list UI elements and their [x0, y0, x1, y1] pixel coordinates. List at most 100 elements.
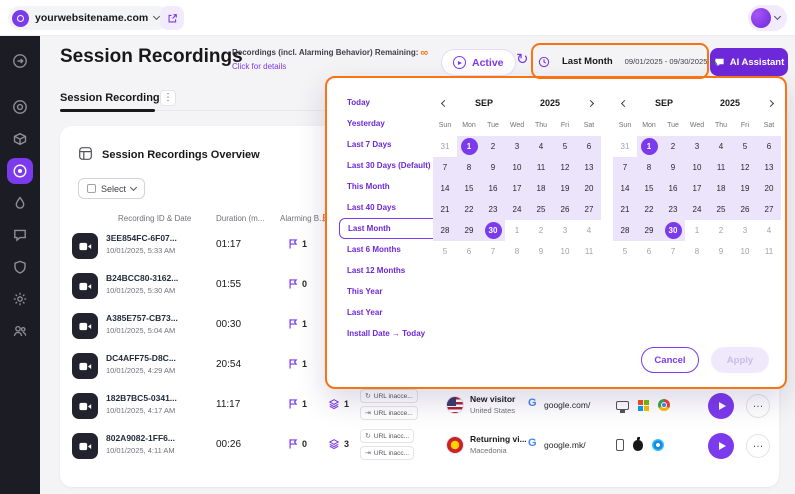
- day-cell[interactable]: 4: [577, 220, 601, 241]
- cancel-button[interactable]: Cancel: [641, 347, 699, 373]
- day-cell[interactable]: 6: [637, 241, 661, 262]
- day-cell[interactable]: 20: [757, 178, 781, 199]
- day-cell-selected[interactable]: 30: [661, 220, 685, 241]
- day-cell[interactable]: 9: [529, 241, 553, 262]
- day-cell[interactable]: 8: [505, 241, 529, 262]
- day-cell[interactable]: 9: [709, 241, 733, 262]
- day-cell[interactable]: 18: [709, 178, 733, 199]
- day-cell[interactable]: 14: [433, 178, 457, 199]
- recording-id[interactable]: DC4AFF75-D8C...: [106, 353, 176, 363]
- date-preset-item[interactable]: Last 7 Days: [339, 134, 439, 155]
- date-preset-item[interactable]: Last 30 Days (Default): [339, 155, 439, 176]
- user-menu[interactable]: [748, 5, 787, 31]
- day-cell[interactable]: 28: [433, 220, 457, 241]
- day-cell[interactable]: 17: [685, 178, 709, 199]
- day-cell[interactable]: 20: [577, 178, 601, 199]
- day-cell-selected[interactable]: 1: [637, 136, 661, 157]
- date-preset-item[interactable]: Last Year: [339, 302, 439, 323]
- day-cell[interactable]: 11: [757, 241, 781, 262]
- day-cell[interactable]: 3: [505, 136, 529, 157]
- day-cell[interactable]: 19: [553, 178, 577, 199]
- day-cell[interactable]: 23: [661, 199, 685, 220]
- day-cell[interactable]: 16: [481, 178, 505, 199]
- sidebar-item-heatmaps[interactable]: [7, 190, 33, 216]
- day-cell[interactable]: 11: [529, 157, 553, 178]
- day-cell[interactable]: 12: [553, 157, 577, 178]
- day-cell[interactable]: 13: [757, 157, 781, 178]
- day-cell[interactable]: 21: [433, 199, 457, 220]
- date-preset-item[interactable]: Last 40 Days: [339, 197, 439, 218]
- day-cell[interactable]: 13: [577, 157, 601, 178]
- day-cell[interactable]: 27: [577, 199, 601, 220]
- recording-id[interactable]: 802A9082-1FF6...: [106, 433, 175, 443]
- day-cell[interactable]: 29: [457, 220, 481, 241]
- day-cell[interactable]: 26: [553, 199, 577, 220]
- day-cell[interactable]: 2: [529, 220, 553, 241]
- day-cell[interactable]: 2: [481, 136, 505, 157]
- play-button[interactable]: [708, 393, 734, 419]
- day-cell[interactable]: 6: [457, 241, 481, 262]
- date-preset-item[interactable]: Last Month: [339, 218, 439, 239]
- day-cell-selected[interactable]: 30: [481, 220, 505, 241]
- day-cell[interactable]: 5: [433, 241, 457, 262]
- day-cell[interactable]: 31: [433, 136, 457, 157]
- date-preset-item[interactable]: This Year: [339, 281, 439, 302]
- day-cell[interactable]: 31: [613, 136, 637, 157]
- day-cell[interactable]: 11: [577, 241, 601, 262]
- day-cell[interactable]: 9: [661, 157, 685, 178]
- day-cell[interactable]: 6: [577, 136, 601, 157]
- day-cell[interactable]: 15: [637, 178, 661, 199]
- day-cell[interactable]: 10: [505, 157, 529, 178]
- day-cell[interactable]: 14: [613, 178, 637, 199]
- recording-id[interactable]: 182B7BC5-0341...: [106, 393, 177, 403]
- date-range-control[interactable]: Last Month 09/01/2025 - 09/30/2025: [538, 49, 716, 74]
- sidebar-item-settings[interactable]: [7, 286, 33, 312]
- recording-id[interactable]: A385E757-CB73...: [106, 313, 178, 323]
- day-cell[interactable]: 5: [553, 136, 577, 157]
- open-website-button[interactable]: [160, 6, 184, 30]
- recording-id[interactable]: B24BCC80-3162...: [106, 273, 178, 283]
- date-preset-item[interactable]: Last 12 Months: [339, 260, 439, 281]
- tab-session-recordings[interactable]: Session Recordings: [60, 92, 166, 104]
- day-cell[interactable]: 22: [637, 199, 661, 220]
- day-cell-selected[interactable]: 1: [457, 136, 481, 157]
- apply-button[interactable]: Apply: [711, 347, 769, 373]
- date-preset-item[interactable]: Today: [339, 92, 439, 113]
- day-cell[interactable]: 4: [757, 220, 781, 241]
- day-cell[interactable]: 10: [733, 241, 757, 262]
- day-cell[interactable]: 26: [733, 199, 757, 220]
- day-cell[interactable]: 5: [613, 241, 637, 262]
- active-status-button[interactable]: Active: [441, 49, 516, 76]
- table-row[interactable]: 802A9082-1FF6...10/01/2025, 4:11 AM00:26…: [60, 426, 779, 466]
- url-warning-chip[interactable]: ↻URL inacce...: [360, 389, 418, 403]
- day-cell[interactable]: 8: [457, 157, 481, 178]
- day-cell[interactable]: 25: [529, 199, 553, 220]
- day-cell[interactable]: 7: [433, 157, 457, 178]
- day-cell[interactable]: 2: [661, 136, 685, 157]
- day-cell[interactable]: 8: [637, 157, 661, 178]
- day-cell[interactable]: 10: [553, 241, 577, 262]
- website-selector[interactable]: yourwebsitename.com: [8, 6, 169, 30]
- day-cell[interactable]: 3: [553, 220, 577, 241]
- details-link[interactable]: Click for details: [232, 62, 428, 71]
- date-preset-item[interactable]: Yesterday: [339, 113, 439, 134]
- sidebar-item-security[interactable]: [7, 254, 33, 280]
- day-cell[interactable]: 10: [685, 157, 709, 178]
- day-cell[interactable]: 24: [685, 199, 709, 220]
- day-cell[interactable]: 9: [481, 157, 505, 178]
- url-warning-chip[interactable]: ⇥URL inacc...: [360, 446, 414, 460]
- day-cell[interactable]: 7: [481, 241, 505, 262]
- recording-id[interactable]: 3EE854FC-6F07...: [106, 233, 177, 243]
- day-cell[interactable]: 7: [613, 157, 637, 178]
- day-cell[interactable]: 4: [709, 136, 733, 157]
- day-cell[interactable]: 25: [709, 199, 733, 220]
- day-cell[interactable]: 11: [709, 157, 733, 178]
- day-cell[interactable]: 2: [709, 220, 733, 241]
- day-cell[interactable]: 22: [457, 199, 481, 220]
- prev-month-button[interactable]: [437, 101, 451, 106]
- day-cell[interactable]: 24: [505, 199, 529, 220]
- sidebar-collapse-icon[interactable]: [7, 48, 33, 74]
- day-cell[interactable]: 1: [505, 220, 529, 241]
- day-cell[interactable]: 29: [637, 220, 661, 241]
- day-cell[interactable]: 17: [505, 178, 529, 199]
